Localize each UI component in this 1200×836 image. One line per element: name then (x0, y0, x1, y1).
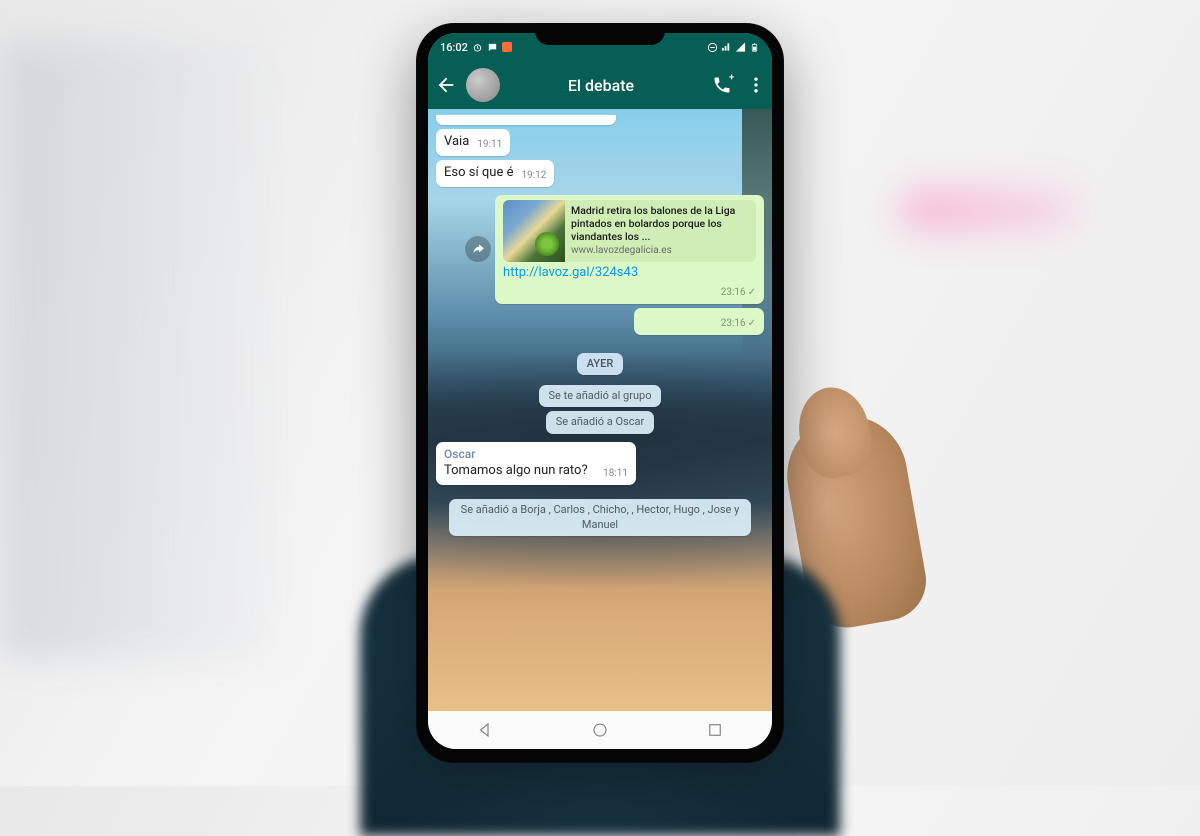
message-text: Tomamos algo nun rato? (444, 463, 588, 478)
nav-home-button[interactable] (586, 716, 614, 744)
outgoing-message[interactable]: 23:16✓ (634, 308, 764, 335)
message-row: 23:16✓ (436, 308, 764, 335)
nav-recent-button[interactable] (701, 716, 729, 744)
message-row: Oscar Tomamos algo nun rato? 18:11 (436, 442, 764, 486)
system-message: Se añadió a Oscar (546, 411, 654, 433)
chat-avatar[interactable] (466, 68, 500, 102)
phone-frame: 16:02 (416, 23, 784, 763)
system-message-row: Se te añadió al grupo (436, 385, 764, 407)
message-sender: Oscar (444, 447, 628, 463)
message-text: Eso sí que é (444, 165, 513, 180)
alarm-icon (472, 42, 483, 53)
link-domain: www.lavozdegalicia.es (571, 245, 750, 258)
more-options-button[interactable] (746, 75, 766, 95)
battery-icon (749, 42, 760, 53)
link-title: Madrid retira los balones de la Liga pin… (571, 204, 750, 243)
incoming-message[interactable]: Eso sí que é 19:12 (436, 160, 554, 187)
incoming-message[interactable] (436, 115, 616, 125)
link-url[interactable]: http://lavoz.gal/324s43 (503, 265, 756, 282)
message-time: 23:16✓ (721, 317, 756, 330)
circle-home-icon (591, 721, 609, 739)
system-message-row: Se añadió a Oscar (436, 411, 764, 433)
more-vertical-icon (746, 75, 766, 95)
date-divider-row: AYER (436, 353, 764, 375)
date-divider: AYER (577, 353, 624, 375)
chat-bubble-icon (487, 42, 498, 53)
chat-body[interactable]: Vaia 19:11 Eso sí que é 19:12 (428, 109, 772, 711)
sent-tick-icon: ✓ (748, 317, 756, 330)
sent-tick-icon: ✓ (748, 286, 756, 299)
incoming-message[interactable]: Vaia 19:11 (436, 129, 510, 156)
message-row (436, 115, 764, 125)
message-row: Vaia 19:11 (436, 129, 764, 156)
message-row: Madrid retira los balones de la Liga pin… (436, 195, 764, 304)
chat-title[interactable]: El debate (508, 76, 704, 95)
do-not-disturb-icon (707, 42, 718, 53)
call-button[interactable]: + (712, 75, 732, 95)
triangle-back-icon (476, 721, 494, 739)
chat-header: El debate + (428, 61, 772, 109)
phone-notch (535, 23, 665, 45)
signal-icon-2 (735, 42, 746, 53)
square-recent-icon (706, 721, 724, 739)
android-nav-bar (428, 711, 772, 749)
message-time: 19:12 (521, 169, 546, 182)
back-button[interactable] (434, 73, 458, 97)
back-arrow-icon (435, 74, 457, 96)
message-text: Vaia (444, 134, 469, 149)
system-message: Se te añadió al grupo (539, 385, 662, 407)
message-time: 19:11 (477, 138, 502, 151)
signal-icon (721, 42, 732, 53)
status-time: 16:02 (440, 41, 468, 54)
system-message-row: Se añadió a Borja , Carlos , Chicho, , H… (436, 499, 764, 536)
call-plus-icon: + (729, 73, 734, 83)
phone-screen: 16:02 (428, 33, 772, 749)
nav-back-button[interactable] (471, 716, 499, 744)
forward-icon[interactable] (465, 236, 491, 262)
link-preview[interactable]: Madrid retira los balones de la Liga pin… (503, 200, 756, 262)
message-row: Eso sí que é 19:12 (436, 160, 764, 187)
outgoing-link-message[interactable]: Madrid retira los balones de la Liga pin… (495, 195, 764, 304)
message-time: 23:16✓ (721, 286, 756, 299)
message-time: 18:11 (603, 467, 628, 480)
link-thumbnail (503, 200, 565, 262)
incoming-message[interactable]: Oscar Tomamos algo nun rato? 18:11 (436, 442, 636, 486)
system-message: Se añadió a Borja , Carlos , Chicho, , H… (449, 499, 751, 536)
notification-badge-icon (502, 42, 512, 52)
